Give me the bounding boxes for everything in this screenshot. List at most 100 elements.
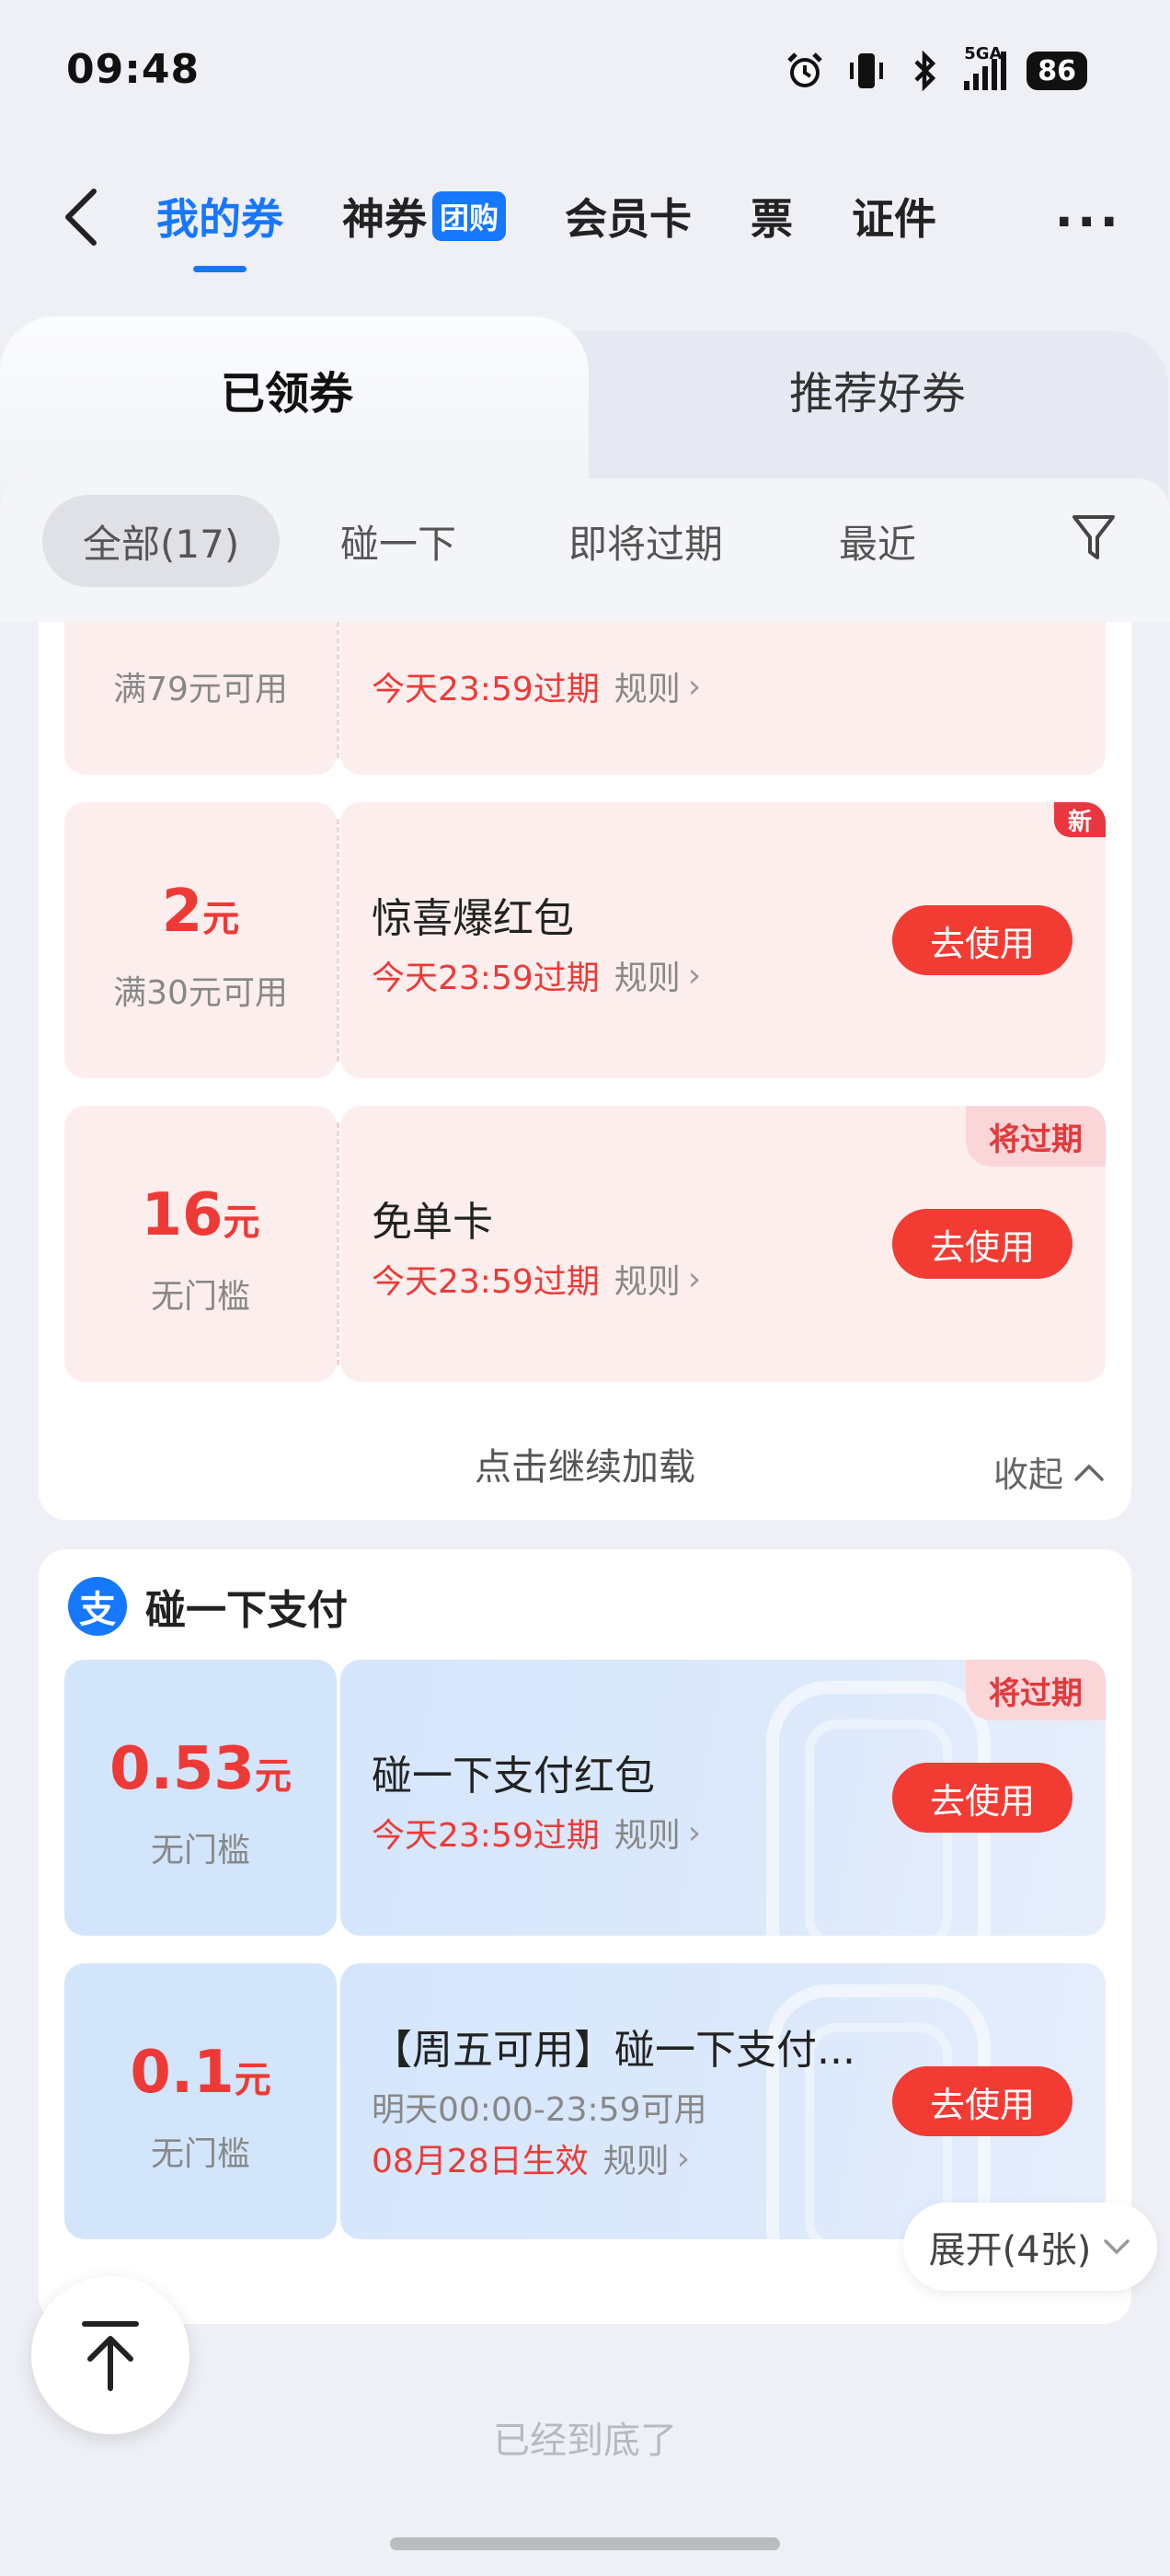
filter-recent[interactable]: 最近 (839, 495, 916, 587)
tab-label: 票 (751, 194, 794, 244)
tab-documents[interactable]: 证件 (852, 186, 936, 247)
rule-link[interactable]: 规则 (614, 951, 681, 999)
amount-number: 2 (161, 878, 203, 946)
coupon-availability: 明天00:00-23:59可用 (372, 2091, 707, 2129)
coupon-amount: 0.53元 (64, 1735, 337, 1803)
rule-link[interactable]: 规则 (614, 1255, 681, 1303)
new-badge: 新 (1054, 802, 1106, 837)
coupon-right: 【周五可用】碰一下支付... 明天00:00-23:59可用 08月28日生效规… (340, 1963, 1106, 2239)
load-more-button[interactable]: 点击继续加载 (39, 1437, 1131, 1490)
chevron-right-icon: › (687, 1813, 702, 1852)
coupon-expire: 今天23:59过期 规则 › (372, 951, 701, 999)
coupon-group-general: 今天23:59过期 规则 › 满79元可用 2元 满30元可用 惊喜爆红包 今天23… (39, 622, 1131, 1520)
section-header: 支 碰一下支付 (68, 1577, 348, 1636)
amount-number: 0.1 (130, 2039, 235, 2107)
more-button[interactable]: ··· (1054, 193, 1122, 251)
back-button[interactable] (53, 180, 109, 254)
use-button[interactable]: 去使用 (892, 905, 1072, 975)
filter-all[interactable]: 全部(17) (42, 495, 281, 587)
expire-text: 今天23:59过期 (372, 1817, 600, 1855)
rule-link[interactable]: 规则 (603, 2134, 670, 2182)
coupon-divider (337, 1122, 339, 1365)
coupon-card[interactable]: 0.1元 无门槛 【周五可用】碰一下支付... 明天00:00-23:59可用 … (64, 1963, 1106, 2239)
amount-unit: 元 (234, 2059, 271, 2101)
tab-tickets[interactable]: 票 (751, 186, 793, 247)
back-to-top-button[interactable] (31, 2276, 189, 2434)
effective-text: 08月28日生效 (372, 2143, 589, 2180)
coupon-divider (337, 622, 339, 758)
chevron-left-icon (65, 189, 97, 246)
chevron-right-icon: › (676, 2139, 691, 2178)
coupon-right: 惊喜爆红包 今天23:59过期 规则 › 去使用 新 (340, 802, 1106, 1078)
coupon-amount: 0.1元 (64, 2039, 337, 2107)
coupon-title: 碰一下支付红包 (372, 1753, 655, 1800)
tab-label: 证件 (852, 194, 937, 244)
group-buy-badge: 团购 (432, 191, 507, 241)
use-button[interactable]: 去使用 (892, 2066, 1072, 2136)
home-indicator[interactable] (390, 2537, 780, 2550)
chevron-up-icon (1074, 1464, 1104, 1481)
amount-number: 16 (141, 1181, 224, 1249)
amount-unit: 元 (223, 1202, 260, 1244)
expire-text: 今天23:59过期 (372, 960, 600, 997)
segment-recommended[interactable]: 推荐好券 (789, 357, 966, 421)
chevron-right-icon: › (687, 1259, 702, 1298)
segment-received[interactable]: 已领券 (221, 357, 353, 421)
coupon-amount: 16元 (64, 1181, 337, 1249)
tab-my-coupons[interactable]: 我的券 (156, 186, 283, 272)
status-time: 09:48 (66, 46, 201, 93)
expire-text: 今天23:59过期 (372, 1263, 600, 1301)
collapse-button[interactable]: 收起 (993, 1446, 1106, 1497)
expiring-badge: 将过期 (966, 1660, 1106, 1720)
amount-number: 0.53 (109, 1735, 255, 1803)
coupon-condition: 无门槛 (150, 1832, 250, 1869)
tab-member-card[interactable]: 会员卡 (565, 186, 692, 247)
coupon-amount: 2元 (64, 878, 337, 946)
expand-label: 展开(4张) (928, 2229, 1092, 2271)
tab-super-coupons[interactable]: 神券 团购 (342, 186, 507, 247)
coupon-condition: 无门槛 (150, 1278, 250, 1316)
bluetooth-icon (914, 50, 936, 92)
use-button[interactable]: 去使用 (892, 1209, 1072, 1279)
signal-icon: 5GA (964, 44, 1007, 90)
tab-label: 我的券 (156, 194, 283, 244)
arrow-up-icon (82, 2321, 139, 2391)
expand-button[interactable]: 展开(4张) (903, 2202, 1157, 2291)
coupon-title: 【周五可用】碰一下支付... (372, 2027, 855, 2074)
filter-tap[interactable]: 碰一下 (340, 495, 456, 587)
coupon-condition: 满30元可用 (113, 974, 288, 1012)
expiring-badge: 将过期 (966, 1106, 1106, 1167)
chevron-right-icon: › (687, 956, 702, 995)
chevron-right-icon: › (687, 667, 702, 706)
coupon-card[interactable]: 16元 无门槛 免单卡 今天23:59过期 规则 › 去使用 将过期 (64, 1106, 1106, 1382)
network-label: 5GA (964, 44, 1003, 63)
rule-link[interactable]: 规则 (614, 1809, 681, 1857)
nav-tabs: 我的券 神券 团购 会员卡 票 证件 (156, 184, 995, 272)
filter-icon[interactable] (1071, 512, 1117, 569)
end-of-list-text: 已经到底了 (493, 2420, 677, 2462)
coupon-right: 碰一下支付红包 今天23:59过期 规则 › 去使用 将过期 (340, 1660, 1106, 1936)
alarm-icon (787, 52, 823, 87)
coupon-card[interactable]: 2元 满30元可用 惊喜爆红包 今天23:59过期 规则 › 去使用 新 (64, 802, 1106, 1078)
coupon-expire: 今天23:59过期 规则 › (372, 1255, 701, 1303)
tab-label: 神券 (342, 194, 427, 244)
status-icons: 5GA 86 (784, 44, 1087, 92)
coupon-card[interactable]: 0.53元 无门槛 碰一下支付红包 今天23:59过期 规则 › 去使用 将过期 (64, 1660, 1106, 1936)
coupon-title: 惊喜爆红包 (372, 895, 574, 942)
coupon-expire: 今天23:59过期 规则 › (372, 1809, 701, 1857)
amount-unit: 元 (254, 1755, 292, 1798)
amount-unit: 元 (202, 898, 240, 940)
coupon-expire: 今天23:59过期 规则 › (372, 662, 701, 710)
collapse-label: 收起 (992, 1455, 1063, 1495)
coupon-expire: 08月28日生效 规则 › (372, 2134, 690, 2182)
use-button[interactable]: 去使用 (892, 1763, 1072, 1833)
coupon-title: 免单卡 (372, 1199, 493, 1246)
coupon-condition: 无门槛 (150, 2135, 250, 2173)
battery-indicator: 86 (1027, 52, 1087, 90)
section-title: 碰一下支付 (145, 1587, 348, 1634)
coupon-card[interactable]: 今天23:59过期 规则 › 满79元可用 (64, 622, 1106, 775)
coupon-condition: 满79元可用 (113, 671, 288, 708)
filter-expiring[interactable]: 即将过期 (568, 495, 723, 587)
rule-link[interactable]: 规则 (614, 662, 681, 710)
chevron-down-icon (1104, 2239, 1130, 2255)
